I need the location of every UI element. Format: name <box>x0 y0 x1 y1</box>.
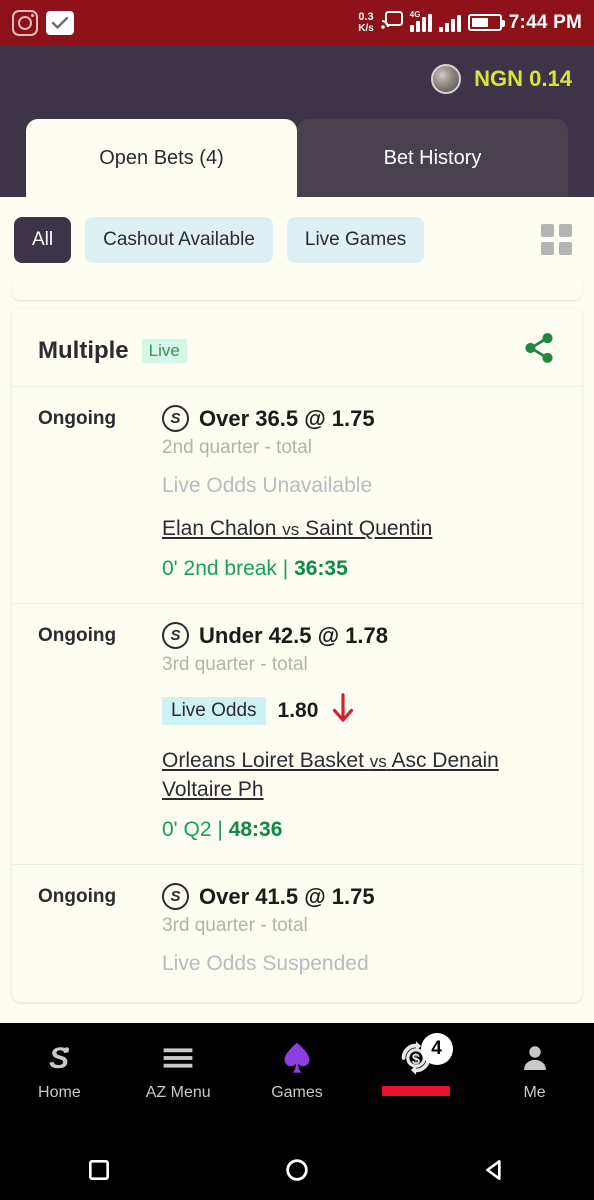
bet-selection-row[interactable]: Ongoing S Under 42.5 @ 1.78 3rd quarter … <box>12 603 582 864</box>
nav-label-games: Games <box>271 1084 323 1101</box>
nav-item-az-menu[interactable]: AZ Menu <box>119 1037 238 1102</box>
team-home: Orleans Loiret Basket <box>162 749 364 773</box>
team-separator: vs <box>369 752 387 772</box>
selection-pick: Over 36.5 @ 1.75 <box>199 405 375 431</box>
instagram-icon <box>12 9 38 36</box>
cast-icon <box>380 11 403 34</box>
selection-status: Ongoing <box>38 625 117 647</box>
svg-text:$: $ <box>412 1052 420 1068</box>
filter-chip-cashout-available[interactable]: Cashout Available <box>85 216 273 263</box>
svg-text:S: S <box>49 1042 69 1075</box>
battery-icon <box>467 14 505 31</box>
bet-selection-row[interactable]: Ongoing S Over 36.5 @ 1.75 2nd quarter -… <box>12 386 582 603</box>
selection-teams[interactable]: Elan Chalon vs Saint Quentin <box>162 515 572 543</box>
match-score: 36:35 <box>294 557 348 581</box>
selection-details: S Over 41.5 @ 1.75 3rd quarter - total L… <box>162 883 572 976</box>
score-separator: | <box>282 557 295 581</box>
odds-down-arrow-icon <box>330 691 356 730</box>
nav-item-home[interactable]: S Home <box>0 1037 119 1102</box>
back-triangle-icon[interactable] <box>396 1157 594 1183</box>
status-bar-notifications <box>12 9 74 36</box>
previous-card-peek <box>12 282 582 300</box>
coin-s-icon: S <box>162 622 189 650</box>
person-icon <box>519 1037 551 1079</box>
filter-bar: All Cashout Available Live Games <box>0 197 594 282</box>
app-header: NGN 0.14 <box>0 45 594 112</box>
bet-type-title: Multiple <box>38 336 129 364</box>
phone-screen: 0.3 K/s 4G 7:44 PM NGN 0.14 Open Bets (4… <box>0 0 594 1200</box>
nav-item-me[interactable]: Me <box>475 1037 594 1102</box>
bet-card-multiple[interactable]: Multiple Live Ongoing S Over 36.5 @ 1.75… <box>12 309 582 1003</box>
status-bar-clock: 7:44 PM <box>508 11 582 33</box>
signal-4g-label: 4G <box>409 9 421 19</box>
filter-chip-all[interactable]: All <box>14 216 72 263</box>
match-time: 0' Q2 <box>162 818 212 842</box>
team-away: Saint Quentin <box>305 517 433 540</box>
match-progress: 0' Q2 | 48:36 <box>162 818 572 842</box>
selection-teams[interactable]: Orleans Loiret Basket vs Asc Denain Volt… <box>162 747 572 804</box>
match-time: 0' 2nd break <box>162 557 277 581</box>
check-icon <box>46 10 74 35</box>
selection-pick: Under 42.5 @ 1.78 <box>199 622 388 648</box>
selection-market: 2nd quarter - total <box>162 437 312 458</box>
nav-label-home: Home <box>38 1084 81 1101</box>
coin-s-icon: S <box>162 883 189 911</box>
active-tab-indicator <box>381 1086 450 1096</box>
bet-card-header: Multiple Live <box>12 309 582 386</box>
selection-details: S Under 42.5 @ 1.78 3rd quarter - total … <box>162 622 572 842</box>
balance-amount: NGN 0.14 <box>474 65 572 91</box>
selection-status: Ongoing <box>38 886 117 908</box>
tab-bet-history[interactable]: Bet History <box>297 119 568 197</box>
hamburger-menu-icon <box>160 1037 196 1079</box>
signal-bars-icon <box>438 14 461 32</box>
android-navigation-bar <box>0 1140 594 1200</box>
nav-item-games[interactable]: Games <box>238 1037 357 1102</box>
score-separator: | <box>217 818 229 842</box>
home-dollar-icon: S <box>42 1037 76 1079</box>
bet-selection-row[interactable]: Ongoing S Over 41.5 @ 1.75 3rd quarter -… <box>12 864 582 998</box>
nav-label-me: Me <box>523 1084 546 1101</box>
bet-list[interactable]: Multiple Live Ongoing S Over 36.5 @ 1.75… <box>0 282 594 1023</box>
live-odds-label: Live Odds <box>162 696 266 725</box>
recents-square-icon[interactable] <box>0 1157 198 1183</box>
bet-slip-badge: 4 <box>420 1033 453 1065</box>
network-speed-unit: K/s <box>358 22 374 34</box>
bottom-navigation: S Home AZ Menu Games $ 4 Me <box>0 1023 594 1140</box>
nav-label-az-menu: AZ Menu <box>145 1084 211 1101</box>
coin-s-icon: S <box>162 405 189 432</box>
selection-status: Ongoing <box>38 408 117 429</box>
spade-icon <box>280 1037 314 1079</box>
status-bar: 0.3 K/s 4G 7:44 PM <box>0 0 594 45</box>
balance-area[interactable]: NGN 0.14 <box>431 63 572 94</box>
nav-item-bet-slip[interactable]: $ 4 <box>356 1033 475 1096</box>
status-bar-indicators: 0.3 K/s 4G 7:44 PM <box>358 9 582 34</box>
team-separator: vs <box>282 520 300 539</box>
live-odds-status: Live Odds Unavailable <box>162 474 373 497</box>
live-odds-value: 1.80 <box>277 698 319 722</box>
share-icon[interactable] <box>522 331 556 370</box>
signal-4g-icon: 4G <box>409 9 432 32</box>
network-speed-value: 0.3 <box>358 10 374 23</box>
avatar[interactable] <box>431 63 462 94</box>
selection-market: 3rd quarter - total <box>162 915 308 937</box>
selection-details: S Over 36.5 @ 1.75 2nd quarter - total L… <box>162 405 572 581</box>
selection-pick: Over 41.5 @ 1.75 <box>199 883 375 909</box>
live-odds-status: Live Odds Suspended <box>162 952 369 976</box>
live-badge: Live <box>141 338 187 363</box>
network-speed-indicator: 0.3 K/s <box>358 10 374 34</box>
match-score: 48:36 <box>228 818 283 842</box>
tab-bar: Open Bets (4) Bet History <box>0 112 594 197</box>
match-progress: 0' 2nd break | 36:35 <box>162 557 572 581</box>
selection-market: 3rd quarter - total <box>162 654 308 676</box>
grid-view-icon[interactable] <box>541 224 572 255</box>
home-circle-icon[interactable] <box>198 1156 396 1184</box>
team-home: Elan Chalon <box>162 517 277 540</box>
tab-open-bets[interactable]: Open Bets (4) <box>26 119 297 197</box>
filter-chip-live-games[interactable]: Live Games <box>286 216 425 263</box>
